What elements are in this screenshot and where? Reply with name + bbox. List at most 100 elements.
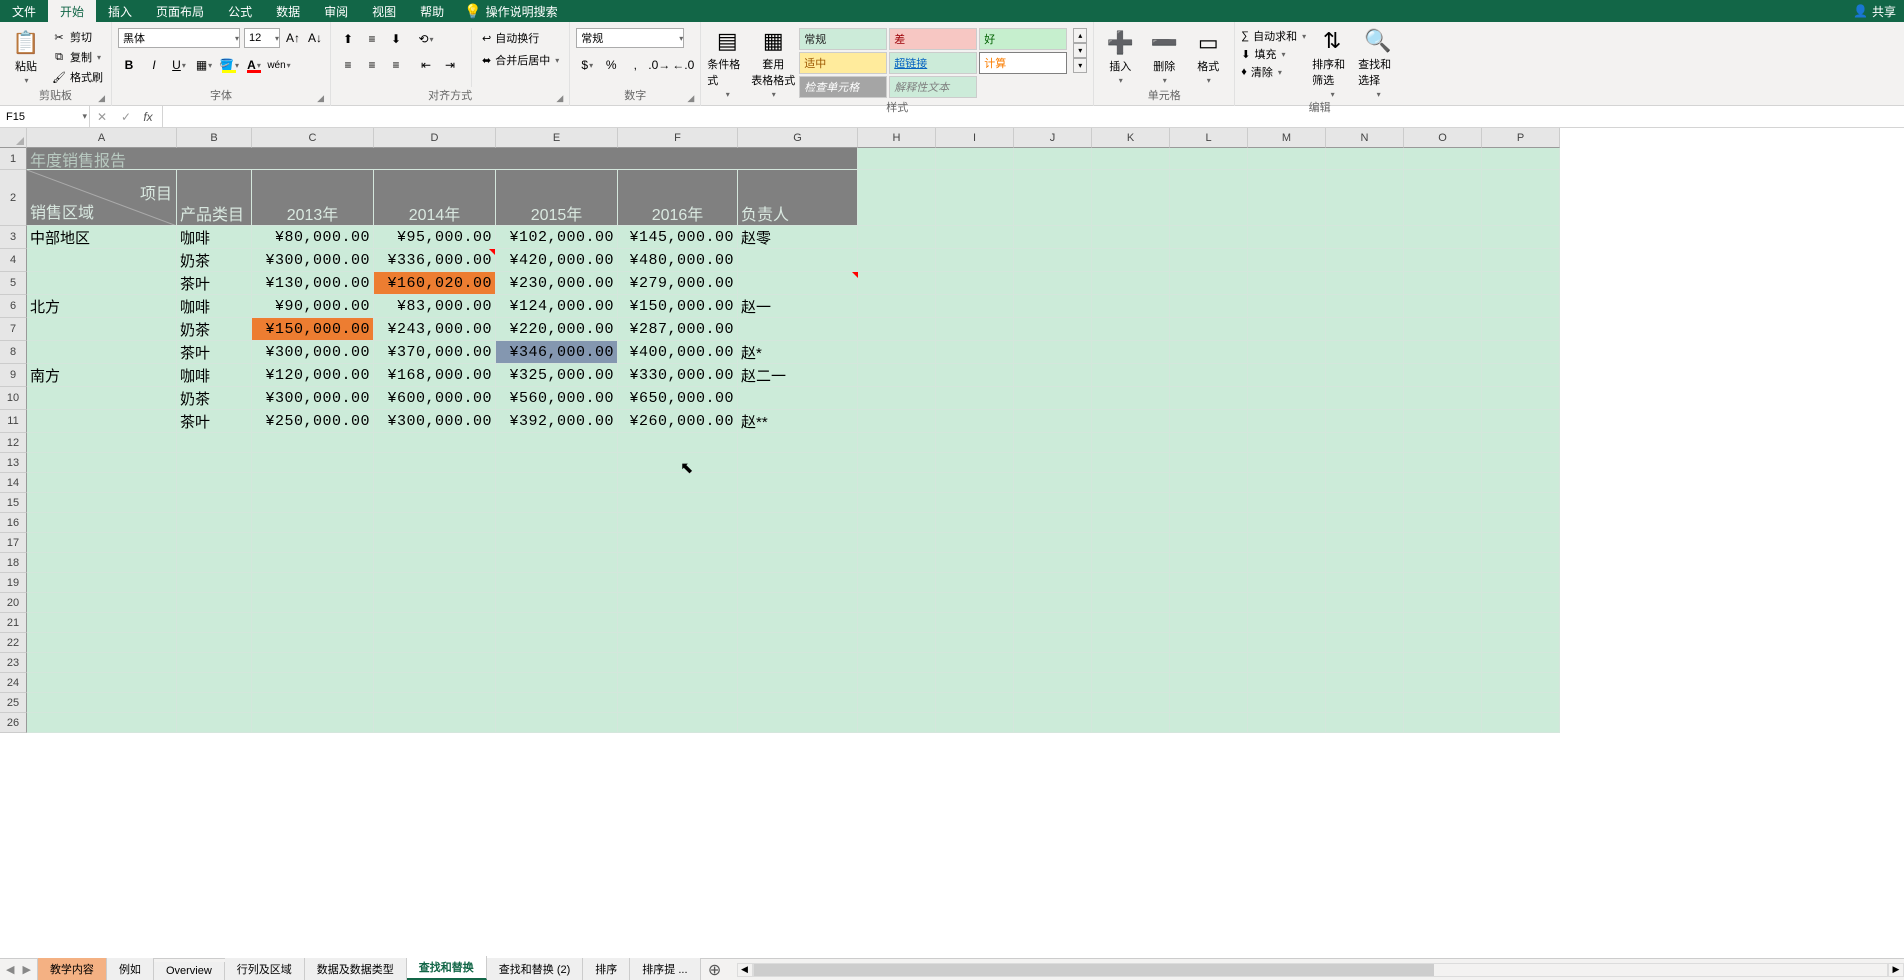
- row-header[interactable]: 10: [0, 387, 27, 410]
- cell[interactable]: [1170, 473, 1248, 493]
- cell[interactable]: [1404, 387, 1482, 410]
- row-header[interactable]: 6: [0, 295, 27, 318]
- row-header[interactable]: 9: [0, 364, 27, 387]
- cell[interactable]: [858, 453, 936, 473]
- cell[interactable]: 赵二一: [738, 364, 858, 387]
- cell[interactable]: [1092, 148, 1170, 170]
- cell[interactable]: [177, 653, 252, 673]
- scroll-thumb[interactable]: [754, 964, 1434, 976]
- cut-button[interactable]: ✂剪切: [50, 28, 105, 46]
- cell[interactable]: 咖啡: [177, 226, 252, 249]
- cell[interactable]: [1248, 318, 1326, 341]
- phonetic-button[interactable]: wén▾: [268, 54, 290, 76]
- cell[interactable]: [936, 633, 1014, 653]
- cell[interactable]: [858, 573, 936, 593]
- cell[interactable]: [1092, 673, 1170, 693]
- cell[interactable]: 咖啡: [177, 295, 252, 318]
- cell[interactable]: [1014, 533, 1092, 553]
- cell[interactable]: [858, 633, 936, 653]
- row-header[interactable]: 14: [0, 473, 27, 493]
- cell[interactable]: ¥250,000.00: [252, 410, 374, 433]
- cell[interactable]: [858, 473, 936, 493]
- cell[interactable]: [27, 493, 177, 513]
- cell[interactable]: [1092, 613, 1170, 633]
- cell[interactable]: [1248, 573, 1326, 593]
- cell[interactable]: [1404, 693, 1482, 713]
- cell[interactable]: [1014, 170, 1092, 226]
- cell[interactable]: 奶茶: [177, 318, 252, 341]
- column-header[interactable]: E: [496, 128, 618, 148]
- cell[interactable]: [496, 693, 618, 713]
- cell[interactable]: ¥160,020.00: [374, 272, 496, 295]
- cell[interactable]: [496, 653, 618, 673]
- cell[interactable]: [1014, 387, 1092, 410]
- cell[interactable]: [1170, 148, 1248, 170]
- cell[interactable]: [1170, 410, 1248, 433]
- cell[interactable]: [177, 513, 252, 533]
- cell[interactable]: [1248, 295, 1326, 318]
- enter-formula-button[interactable]: ✓: [114, 110, 138, 124]
- cell[interactable]: [1248, 613, 1326, 633]
- tab-help[interactable]: 帮助: [408, 0, 456, 22]
- row-header[interactable]: 3: [0, 226, 27, 249]
- cell[interactable]: [1092, 410, 1170, 433]
- cell[interactable]: [936, 249, 1014, 272]
- cell[interactable]: [496, 633, 618, 653]
- cell[interactable]: [858, 533, 936, 553]
- font-name-select[interactable]: 黑体▾: [118, 28, 240, 48]
- cell[interactable]: [1248, 713, 1326, 733]
- cell[interactable]: ¥102,000.00: [496, 226, 618, 249]
- cell[interactable]: [27, 341, 177, 364]
- cell[interactable]: [496, 453, 618, 473]
- cell[interactable]: [374, 433, 496, 453]
- tab-home[interactable]: 开始: [48, 0, 96, 22]
- cell[interactable]: [738, 387, 858, 410]
- cell[interactable]: [1404, 673, 1482, 693]
- cell[interactable]: [1170, 341, 1248, 364]
- tell-me-search[interactable]: 💡 操作说明搜索: [464, 3, 557, 20]
- increase-font-button[interactable]: A↑: [284, 28, 302, 48]
- row-header[interactable]: 8: [0, 341, 27, 364]
- cell[interactable]: [177, 633, 252, 653]
- cell[interactable]: [936, 170, 1014, 226]
- cell[interactable]: [1482, 387, 1560, 410]
- cell[interactable]: [1170, 533, 1248, 553]
- cell[interactable]: ¥120,000.00: [252, 364, 374, 387]
- cell[interactable]: [618, 693, 738, 713]
- cell[interactable]: [858, 318, 936, 341]
- cell[interactable]: [27, 673, 177, 693]
- cell[interactable]: [27, 693, 177, 713]
- new-sheet-button[interactable]: ⊕: [701, 959, 729, 980]
- cell[interactable]: [1404, 249, 1482, 272]
- cell[interactable]: ¥83,000.00: [374, 295, 496, 318]
- cell[interactable]: [858, 613, 936, 633]
- row-header[interactable]: 16: [0, 513, 27, 533]
- dialog-launcher-icon[interactable]: ◢: [317, 93, 324, 104]
- cell[interactable]: [1014, 341, 1092, 364]
- cell[interactable]: [252, 693, 374, 713]
- cell[interactable]: [374, 513, 496, 533]
- scroll-right-button[interactable]: ▶: [1888, 963, 1904, 977]
- cell[interactable]: [1404, 318, 1482, 341]
- cell[interactable]: [1014, 148, 1092, 170]
- cell[interactable]: [738, 433, 858, 453]
- cell[interactable]: [738, 653, 858, 673]
- cancel-formula-button[interactable]: ✕: [90, 110, 114, 124]
- cell[interactable]: [1170, 653, 1248, 673]
- sheet-tab[interactable]: 排序提 ...: [630, 958, 700, 980]
- cell[interactable]: 茶叶: [177, 410, 252, 433]
- cell[interactable]: ¥325,000.00: [496, 364, 618, 387]
- cell[interactable]: [1248, 364, 1326, 387]
- delete-cells-button[interactable]: ➖删除▾: [1144, 28, 1184, 87]
- cell[interactable]: [1248, 410, 1326, 433]
- cell[interactable]: [1092, 433, 1170, 453]
- cell[interactable]: [27, 387, 177, 410]
- cell[interactable]: [618, 613, 738, 633]
- tab-file[interactable]: 文件: [0, 0, 48, 22]
- cell[interactable]: [1092, 493, 1170, 513]
- decrease-decimal-button[interactable]: ←.0: [672, 54, 694, 76]
- cell[interactable]: [738, 713, 858, 733]
- style-hyperlink[interactable]: 超链接: [889, 52, 977, 74]
- cell[interactable]: [1092, 226, 1170, 249]
- cell[interactable]: [858, 513, 936, 533]
